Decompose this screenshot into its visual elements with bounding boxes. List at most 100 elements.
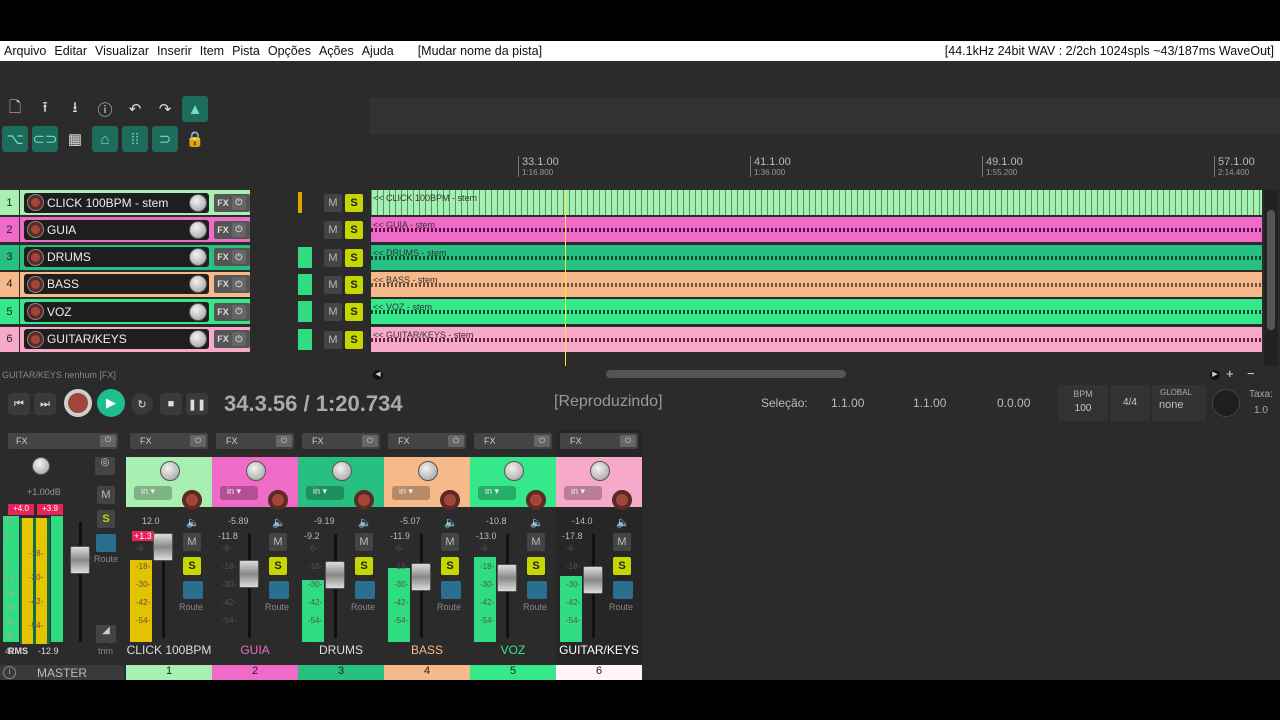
solo-button[interactable]: S [345, 248, 363, 267]
record-arm-button[interactable] [27, 222, 43, 238]
strip-name[interactable]: BASS [384, 643, 470, 657]
play-button[interactable]: ▶ [97, 389, 125, 417]
strip-number[interactable]: 1 [126, 665, 212, 680]
volume-fader[interactable] [497, 564, 517, 592]
trim-icon[interactable]: ◢ [96, 625, 116, 643]
track-number[interactable]: 5 [0, 299, 20, 325]
mute-button[interactable]: M [324, 303, 342, 322]
playhead[interactable] [565, 190, 566, 366]
strip-number[interactable]: 3 [298, 665, 384, 680]
selection-end[interactable]: 1.1.00 [913, 396, 946, 410]
solo-button[interactable]: S [345, 221, 363, 240]
menu-editar[interactable]: Editar [50, 44, 91, 58]
strip-number[interactable]: 6 [556, 665, 642, 680]
record-arm-button[interactable] [182, 490, 202, 510]
input-select[interactable]: in ▾ [306, 486, 344, 500]
record-arm-button[interactable] [27, 331, 43, 347]
time-signature[interactable]: 4/4 [1110, 385, 1150, 421]
record-arm-button[interactable] [526, 490, 546, 510]
track-panel-6[interactable]: 6 GUITAR/KEYS FX ⏻ [0, 326, 294, 352]
fx-power-icon[interactable]: ⏻ [231, 304, 246, 319]
snap-icon[interactable]: ⁞⁞ [122, 126, 148, 152]
grid-icon[interactable]: ▦ [62, 126, 88, 152]
track-number[interactable]: 2 [0, 217, 20, 243]
track-name[interactable]: GUIA [47, 223, 76, 237]
volume-fader[interactable] [583, 565, 603, 594]
stop-button[interactable]: ■ [160, 393, 182, 415]
pause-button[interactable]: ❚❚ [186, 393, 208, 415]
volume-knob[interactable] [189, 248, 208, 267]
strip-name[interactable]: GUIA [212, 643, 298, 657]
master-fader[interactable] [70, 546, 90, 574]
fx-power-icon[interactable]: ⏻ [231, 332, 246, 346]
new-file-icon[interactable]: 🗋 [2, 96, 28, 122]
volume-fader[interactable] [411, 562, 431, 591]
rate-value[interactable]: 1.0 [1254, 405, 1268, 416]
track-number[interactable]: 3 [0, 244, 20, 270]
track-name[interactable]: VOZ [47, 305, 72, 319]
record-arm-button[interactable] [27, 276, 43, 292]
volume-fader[interactable] [239, 559, 259, 588]
strip-number[interactable]: 2 [212, 665, 298, 680]
lock-icon[interactable]: 🔒 [182, 126, 208, 152]
menu-inserir[interactable]: Inserir [153, 44, 196, 58]
master-solo-button[interactable]: S [97, 510, 115, 528]
strip-name[interactable]: VOZ [470, 643, 556, 657]
speaker-icon[interactable]: 🔈 [616, 516, 630, 529]
fx-button[interactable]: FX ⏻ [130, 433, 208, 449]
track-panel-2[interactable]: 2 GUIA FX ⏻ [0, 217, 294, 243]
fx-button[interactable]: FX ⏻ [474, 433, 552, 449]
go-to-start-icon[interactable]: ⏮ [8, 393, 30, 415]
audio-device-status[interactable]: [44.1kHz 24bit WAV : 2/2ch 1024spls ~43/… [945, 44, 1280, 58]
solo-button[interactable]: S [441, 557, 459, 575]
mute-button[interactable]: M [441, 533, 459, 551]
record-arm-button[interactable] [440, 490, 460, 510]
fx-button[interactable]: FX ⏻ [214, 220, 251, 239]
track-name-box[interactable]: VOZ [23, 301, 210, 322]
record-button[interactable] [64, 389, 92, 417]
mute-button[interactable]: M [324, 194, 342, 212]
speaker-icon[interactable]: 🔈 [358, 516, 372, 529]
track-lane-4[interactable]: << BASS - stem [371, 271, 1262, 297]
track-name-box[interactable]: GUITAR/KEYS [23, 329, 210, 349]
strip-number[interactable]: 4 [384, 665, 470, 680]
redo-icon[interactable]: ↷ [152, 96, 178, 122]
track-name-box[interactable]: DRUMS [23, 247, 210, 268]
menu-visualizar[interactable]: Visualizar [91, 44, 153, 58]
global-automation[interactable]: GLOBAL none [1152, 385, 1206, 421]
fx-power-icon[interactable]: ⏻ [276, 435, 292, 447]
menu-ajuda[interactable]: Ajuda [358, 44, 398, 58]
track-panel-3[interactable]: 3 DRUMS FX ⏻ [0, 244, 294, 270]
speaker-icon[interactable]: 🔈 [444, 516, 458, 529]
volume-knob[interactable] [189, 193, 208, 212]
menu-item[interactable]: Item [196, 44, 228, 58]
master-route-icon[interactable] [96, 534, 116, 552]
speaker-icon[interactable]: 🔈 [530, 516, 544, 529]
fx-power-icon[interactable]: ⏻ [448, 435, 464, 447]
record-arm-button[interactable] [268, 490, 288, 510]
menu-arquivo[interactable]: Arquivo [0, 44, 50, 58]
master-pan-knob[interactable] [32, 457, 50, 475]
save-up-icon[interactable]: ⭱ [32, 96, 58, 122]
solo-button[interactable]: S [345, 275, 363, 294]
volume-knob[interactable] [189, 330, 208, 348]
track-panel-5[interactable]: 5 VOZ FX ⏻ [0, 299, 294, 325]
track-panel-4[interactable]: 4 BASS FX ⏻ [0, 271, 294, 297]
track-lane-3[interactable]: << DRUMS - stem [371, 244, 1262, 270]
record-arm-button[interactable] [354, 490, 374, 510]
record-arm-button[interactable] [27, 195, 43, 210]
mute-button[interactable]: M [324, 221, 342, 240]
fx-button[interactable]: FX ⏻ [302, 433, 380, 449]
mute-button[interactable]: M [183, 533, 201, 551]
fx-button[interactable]: FX ⏻ [214, 193, 251, 212]
route-icon[interactable] [613, 581, 633, 599]
route-icon[interactable] [527, 581, 547, 599]
timeline-ruler[interactable]: 33.1.00 1:16.800 41.1.00 1:36.000 49.1.00 1… [371, 154, 1262, 188]
volume-knob[interactable] [189, 220, 208, 239]
track-lane-5[interactable]: << VOZ - stem [371, 299, 1262, 325]
mute-button[interactable]: M [527, 533, 545, 551]
menu-rename-track[interactable]: [Mudar nome da pista] [414, 44, 546, 58]
pan-knob[interactable] [590, 461, 610, 481]
download-icon[interactable]: ⭳ [62, 96, 88, 122]
track-number[interactable]: 6 [0, 326, 20, 352]
